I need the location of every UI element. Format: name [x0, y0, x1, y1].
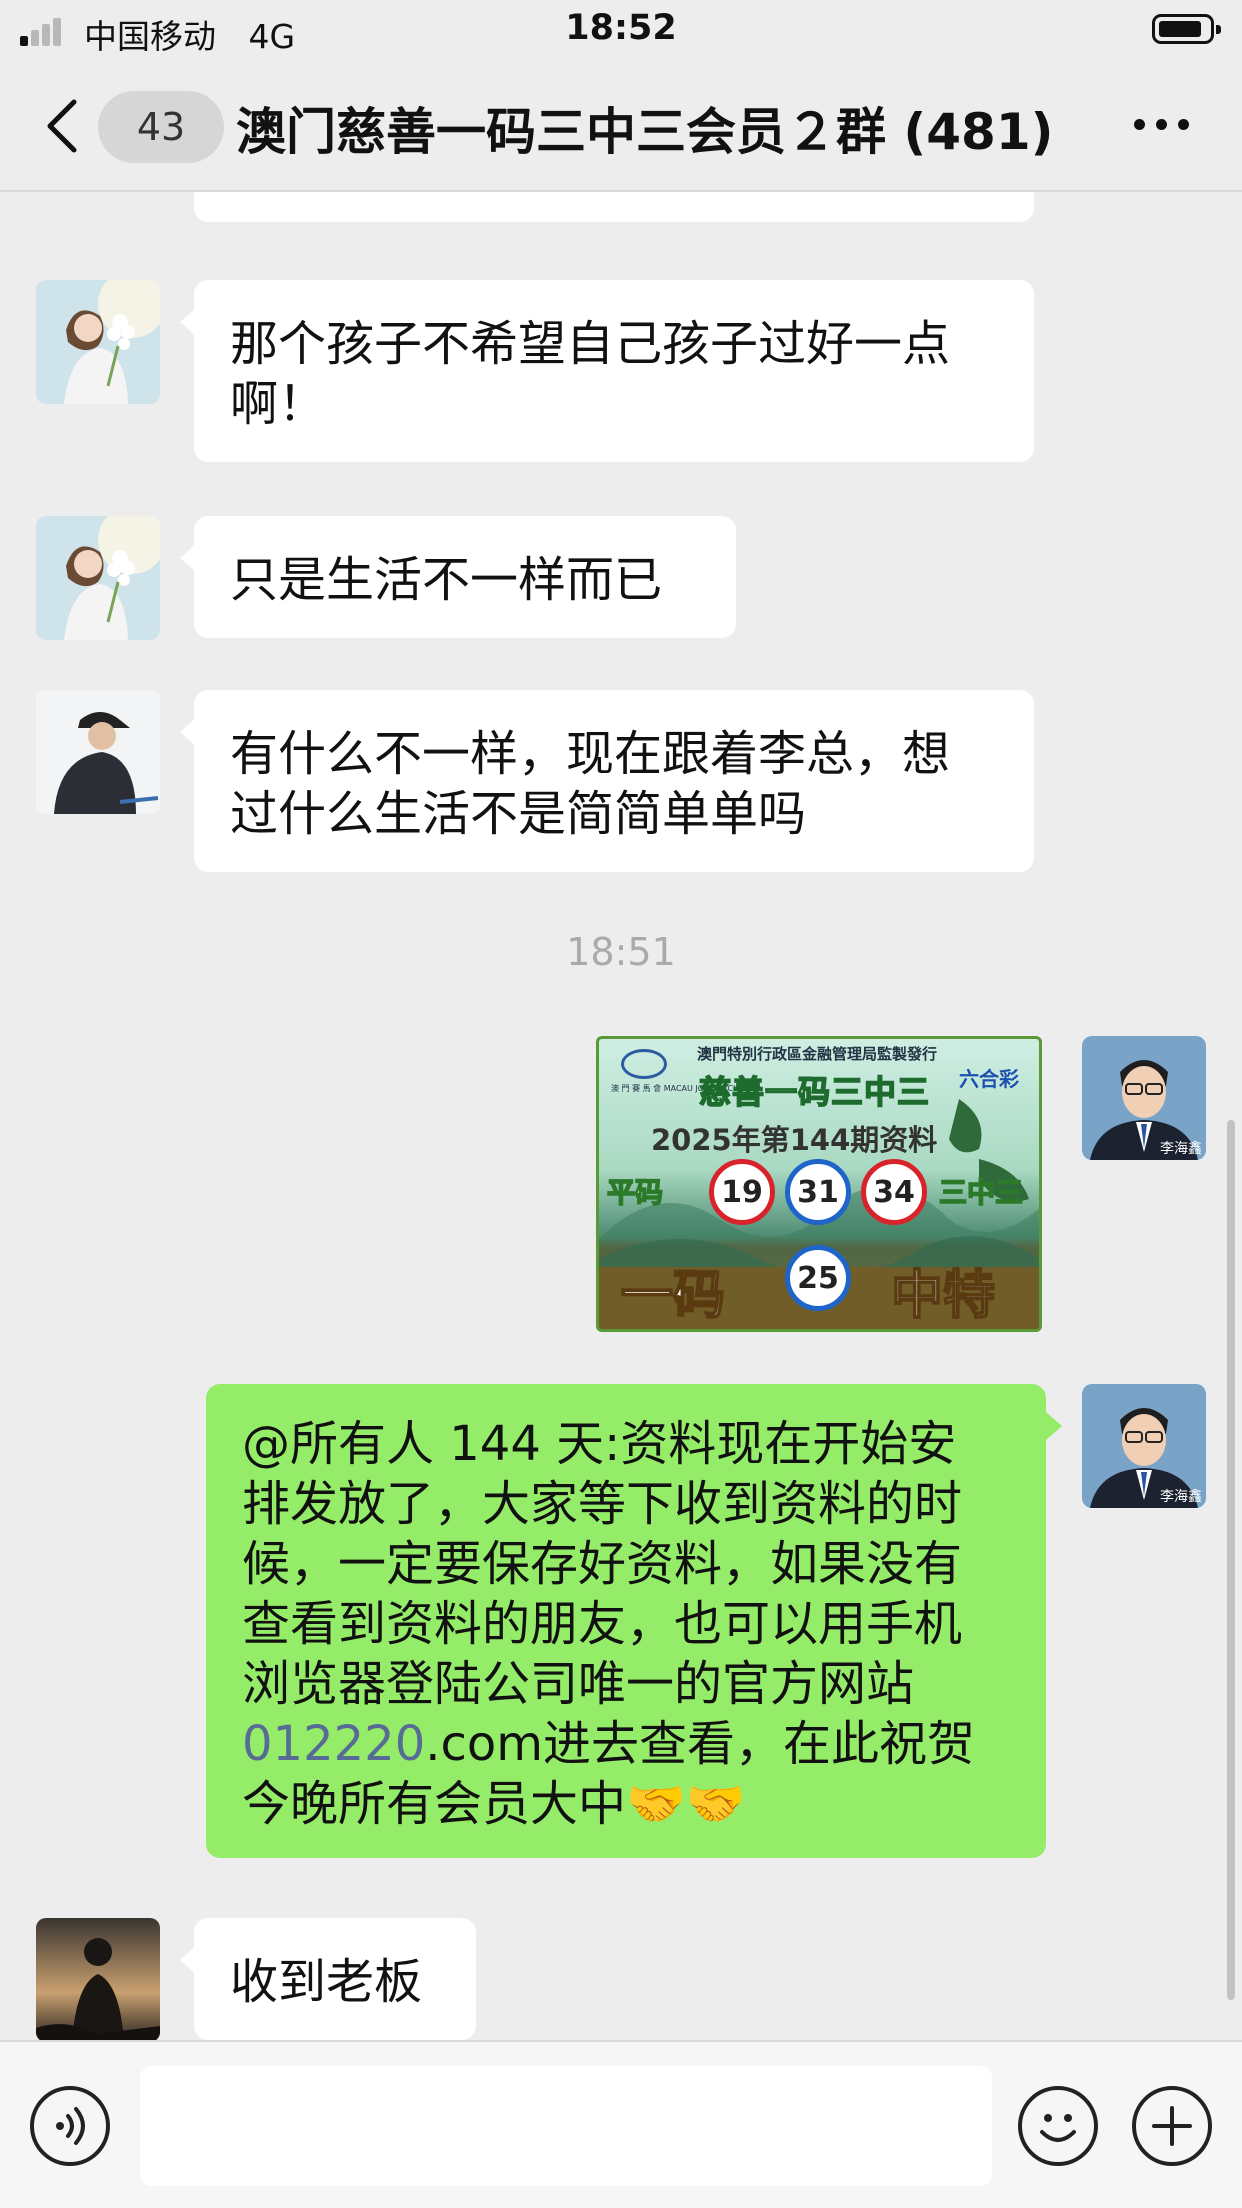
- lottery-image[interactable]: 澳 門 賽 馬 會 MACAU JOCKEY CLUB 澳門特別行政區金融管理局…: [596, 1036, 1042, 1332]
- label-pingma: 平码: [606, 1175, 664, 1210]
- message-text: 收到老板: [230, 1954, 423, 2010]
- message-text: 浏览器登陆公司唯一的官方网站: [242, 1656, 915, 1712]
- number-ball: 34: [861, 1159, 927, 1225]
- message-text: 今晚所有会员大中🤝🤝: [242, 1776, 746, 1832]
- message-text: 查看到资料的朋友，也可以用手机: [242, 1596, 963, 1652]
- message-text-with-link: 012220.com进去查看，在此祝贺: [242, 1714, 1010, 1774]
- unread-count-badge[interactable]: 43: [98, 91, 224, 163]
- message-list[interactable]: 那个孩子不希望自己孩子过好一点 啊！ 只是生活不一样而已 有什么不一样，现在跟着…: [0, 192, 1242, 2042]
- message-bubble[interactable]: 收到老板: [194, 1918, 476, 2040]
- status-time: 18:52: [565, 8, 677, 48]
- man-in-cap-avatar[interactable]: [36, 690, 160, 814]
- avatar-caption: 李海鑫: [1160, 1489, 1202, 1505]
- message-text: 过什么生活不是简简单单吗: [230, 786, 807, 842]
- chat-header: 43 澳门慈善一码三中三会员２群 (481): [0, 62, 1242, 192]
- message-text: 只是生活不一样而已: [230, 552, 663, 608]
- message-bubble[interactable]: 那个孩子不希望自己孩子过好一点 啊！: [194, 280, 1034, 462]
- message-text: 啊！: [230, 376, 327, 432]
- message-bubble-cutoff[interactable]: [194, 192, 1034, 222]
- woman-with-flowers-avatar[interactable]: [36, 280, 160, 404]
- man-in-suit-avatar[interactable]: 李海鑫: [1082, 1036, 1206, 1160]
- website-link[interactable]: 012220: [242, 1716, 425, 1772]
- message-text: 那个孩子不希望自己孩子过好一点: [230, 316, 951, 372]
- message-text: @所有人 144 天:资料现在开始安: [242, 1416, 957, 1472]
- jockey-club-logo: 澳 門 賽 馬 會 MACAU JOCKEY CLUB: [611, 1047, 748, 1105]
- message-text: .com进去查看，在此祝贺: [425, 1716, 976, 1772]
- emoji-icon[interactable]: [1018, 2086, 1098, 2166]
- number-ball: 31: [785, 1159, 851, 1225]
- label-yima: 一码: [620, 1265, 726, 1327]
- label-zhongte: 中特: [890, 1265, 996, 1327]
- message-text: 排发放了，大家等下收到资料的时: [242, 1476, 963, 1532]
- woman-with-flowers-avatar[interactable]: [36, 516, 160, 640]
- message-input[interactable]: [140, 2066, 992, 2186]
- scrollbar[interactable]: [1227, 1120, 1235, 2000]
- label-sanzhongsan: 三中三: [938, 1175, 1024, 1210]
- silhouette-avatar[interactable]: [36, 1918, 160, 2042]
- message-text: 候，一定要保存好资料，如果没有: [242, 1536, 963, 1592]
- message-timestamp: 18:51: [566, 930, 676, 974]
- special-number-ball: 25: [785, 1245, 851, 1311]
- message-bubble[interactable]: 只是生活不一样而已: [194, 516, 736, 638]
- lottery-period: 2025年第144期资料: [651, 1123, 938, 1157]
- avatar-caption: 李海鑫: [1160, 1141, 1202, 1157]
- plus-icon[interactable]: [1132, 2086, 1212, 2166]
- message-bubble-self[interactable]: @所有人 144 天:资料现在开始安 排发放了，大家等下收到资料的时 候，一定要…: [206, 1384, 1046, 1858]
- message-bubble[interactable]: 有什么不一样，现在跟着李总，想 过什么生活不是简简单单吗: [194, 690, 1034, 872]
- status-bar: 中国移动 4G 18:52: [0, 0, 1242, 62]
- man-in-suit-avatar[interactable]: 李海鑫: [1082, 1384, 1206, 1508]
- lottery-title: 慈善一码三中三: [698, 1072, 931, 1112]
- mark-six-logo: 六合彩: [959, 1051, 1029, 1095]
- input-bar: [0, 2040, 1242, 2208]
- lottery-org: 澳門特別行政區金融管理局監製發行: [697, 1045, 938, 1063]
- chat-title: 澳门慈善一码三中三会员２群 (481): [236, 103, 1054, 161]
- message-text: 有什么不一样，现在跟着李总，想: [230, 726, 951, 782]
- more-options-icon[interactable]: [1134, 117, 1190, 133]
- voice-icon[interactable]: [30, 2086, 110, 2166]
- battery-icon: [1152, 14, 1221, 44]
- brand-text: 六合彩: [959, 1067, 1019, 1091]
- back-chevron-icon[interactable]: [40, 96, 90, 156]
- number-ball: 19: [709, 1159, 775, 1225]
